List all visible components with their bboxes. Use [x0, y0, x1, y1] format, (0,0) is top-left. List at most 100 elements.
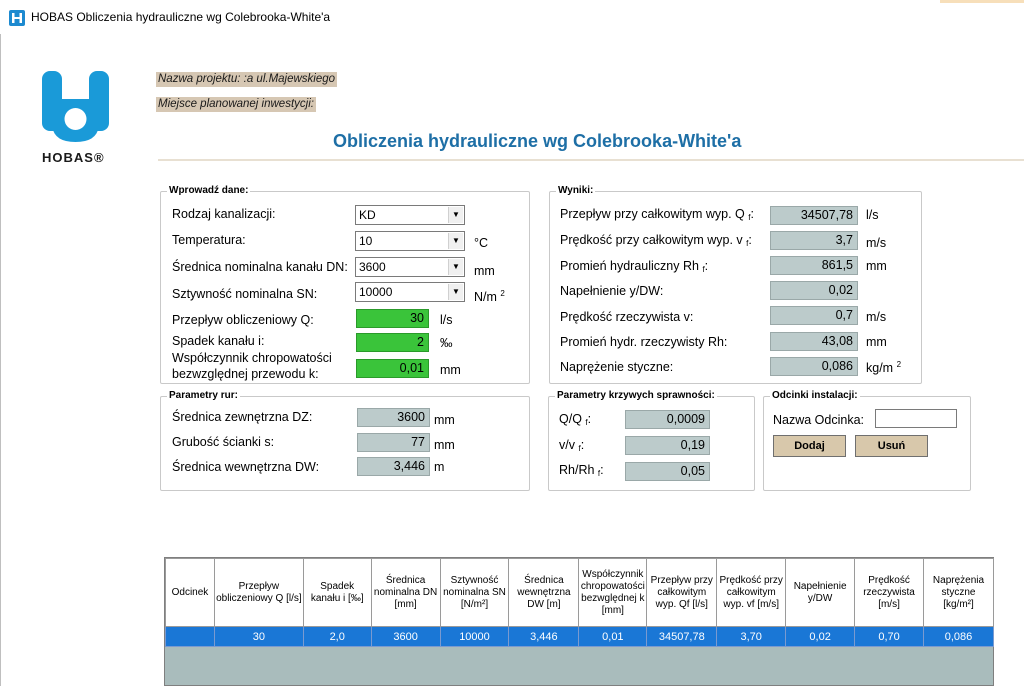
fill-value: 0,02 [770, 281, 858, 300]
window-left-border [0, 34, 1, 686]
table-cell[interactable]: 3600 [370, 626, 441, 647]
rhf-label: Promień hydrauliczny Rh f: [560, 259, 709, 274]
hobas-logo-icon [42, 71, 109, 142]
vv-value: 0,19 [625, 436, 710, 455]
dw-value: 3,446 [357, 457, 430, 476]
dn-value: 3600 [359, 260, 386, 274]
wall-value: 77 [357, 433, 430, 452]
remove-segment-button[interactable]: Usuń [855, 435, 928, 457]
dz-unit: mm [434, 413, 455, 427]
col-header-segment[interactable]: Odcinek [165, 558, 215, 627]
col-header-roughness[interactable]: Współczynnik chropowatości bezwględnej k… [578, 558, 648, 627]
hobas-logo-text: HOBAS® [42, 150, 105, 165]
roughness-input[interactable]: 0,01 [356, 359, 429, 378]
qq-label: Q/Q f: [559, 412, 592, 427]
temperature-select[interactable]: 10 ▼ [355, 231, 465, 251]
window-title: HOBAS Obliczenia hydrauliczne wg Colebro… [31, 10, 331, 24]
rh-label: Promień hydr. rzeczywisty Rh: [560, 335, 728, 349]
chevron-down-icon[interactable]: ▼ [448, 207, 463, 223]
page-title: Obliczenia hydrauliczne wg Colebrooka-Wh… [333, 131, 742, 151]
col-header-qf[interactable]: Przepływ przy całkowitym wyp. Qf [l/s] [646, 558, 718, 627]
col-header-flow[interactable]: Przepływ obliczeniowy Q [l/s] [213, 558, 304, 627]
col-header-fill[interactable]: Napełnienie y/DW [785, 558, 856, 627]
table-cell[interactable]: 30 [213, 626, 304, 647]
pipe-params-legend: Parametry rur: [169, 390, 238, 401]
dw-label: Średnica wewnętrzna DW: [172, 460, 320, 474]
table-cell[interactable]: 34507,78 [646, 626, 718, 647]
vf-label: Prędkość przy całkowitym wyp. v f: [560, 233, 752, 248]
add-segment-button[interactable]: Dodaj [773, 435, 846, 457]
vv-label: v/v f: [559, 438, 585, 453]
dn-unit: mm [474, 264, 495, 278]
col-header-dn[interactable]: Średnica nominalna DN [mm] [370, 558, 441, 627]
sn-select[interactable]: 10000 ▼ [355, 282, 465, 302]
table-cell[interactable] [165, 626, 215, 647]
table-cell[interactable]: 3,70 [716, 626, 787, 647]
vf-unit: m/s [866, 236, 887, 250]
table-cell[interactable]: 0,01 [578, 626, 648, 647]
vf-value: 3,7 [770, 231, 858, 250]
table-cell[interactable]: 0,086 [923, 626, 994, 647]
results-table: Odcinek Przepływ obliczeniowy Q [l/s] Sp… [165, 558, 994, 647]
qq-value: 0,0009 [625, 410, 710, 429]
fill-label: Napełnienie y/DW: [560, 284, 664, 298]
slope-unit: ‰ [440, 336, 453, 350]
dw-unit: m [434, 460, 445, 474]
sewer-type-value: KD [359, 208, 376, 222]
roughness-unit: mm [440, 363, 461, 377]
velocity-label: Prędkość rzeczywista v: [560, 310, 694, 324]
results-table-container: Odcinek Przepływ obliczeniowy Q [l/s] Sp… [164, 557, 994, 686]
table-cell[interactable]: 3,446 [508, 626, 580, 647]
dz-label: Średnica zewnętrzna DZ: [172, 410, 313, 424]
rhf-value: 861,5 [770, 256, 858, 275]
velocity-unit: m/s [866, 310, 887, 324]
temperature-label: Temperatura: [172, 233, 246, 247]
table-cell[interactable]: 10000 [439, 626, 510, 647]
col-header-slope[interactable]: Spadek kanału i [‰] [302, 558, 372, 627]
stress-unit: kg/m 2 [866, 360, 902, 375]
col-header-vf[interactable]: Prędkość przy całkowitym wyp. vf [m/s] [716, 558, 787, 627]
app-icon [9, 10, 25, 26]
temperature-unit: °C [474, 236, 489, 250]
flow-input[interactable]: 30 [356, 309, 429, 328]
col-header-dw[interactable]: Średnica wewnętrzna DW [m] [508, 558, 580, 627]
project-location-value: Miejsce planowanej inwestycji: [158, 98, 314, 110]
temperature-value: 10 [359, 234, 373, 248]
dn-select[interactable]: 3600 ▼ [355, 257, 465, 277]
sn-value: 10000 [359, 285, 393, 299]
stress-label: Naprężenie styczne: [560, 360, 674, 374]
wall-unit: mm [434, 438, 455, 452]
slope-label: Spadek kanału i: [172, 334, 265, 348]
dz-value: 3600 [357, 408, 430, 427]
table-cell[interactable]: 0,70 [854, 626, 924, 647]
rr-value: 0,05 [625, 462, 710, 481]
flow-label: Przepływ obliczeniowy Q: [172, 313, 314, 327]
sewer-type-label: Rodzaj kanalizacji: [172, 207, 276, 221]
sewer-type-select[interactable]: KD ▼ [355, 205, 465, 225]
table-header-row: Odcinek Przepływ obliczeniowy Q [l/s] Sp… [165, 558, 994, 627]
curve-params-legend: Parametry krzywych sprawności: [557, 390, 715, 401]
col-header-velocity[interactable]: Prędkość rzeczywista [m/s] [854, 558, 924, 627]
rr-label: Rh/Rh f: [559, 463, 604, 478]
rhf-unit: mm [866, 259, 887, 273]
chevron-down-icon[interactable]: ▼ [448, 284, 463, 300]
segment-name-label: Nazwa Odcinka: [773, 413, 865, 427]
project-name-bar: Nazwa projektu: :a ul.Majewskiego [156, 72, 338, 87]
slope-input[interactable]: 2 [356, 333, 429, 352]
dn-label: Średnica nominalna kanału DN: [172, 260, 348, 274]
flow-unit: l/s [440, 313, 453, 327]
table-cell[interactable]: 0,02 [785, 626, 856, 647]
chevron-down-icon[interactable]: ▼ [448, 233, 463, 249]
table-cell[interactable]: 2,0 [302, 626, 372, 647]
sn-unit: N/m 2 [474, 289, 505, 304]
input-group-legend: Wprowadź dane: [169, 185, 249, 196]
velocity-value: 0,7 [770, 306, 858, 325]
segment-name-input[interactable] [875, 409, 957, 428]
table-row[interactable]: 30 2,0 3600 10000 3,446 0,01 34507,78 3,… [165, 626, 994, 647]
segments-legend: Odcinki instalacji: [772, 390, 858, 401]
qf-label: Przepływ przy całkowitym wyp. Q f: [560, 207, 754, 222]
chevron-down-icon[interactable]: ▼ [448, 259, 463, 275]
titlebar-accent [940, 0, 1024, 3]
col-header-sn[interactable]: Sztywność nominalna SN [N/m²] [439, 558, 510, 627]
col-header-stress[interactable]: Naprężenia styczne [kg/m²] [923, 558, 994, 627]
